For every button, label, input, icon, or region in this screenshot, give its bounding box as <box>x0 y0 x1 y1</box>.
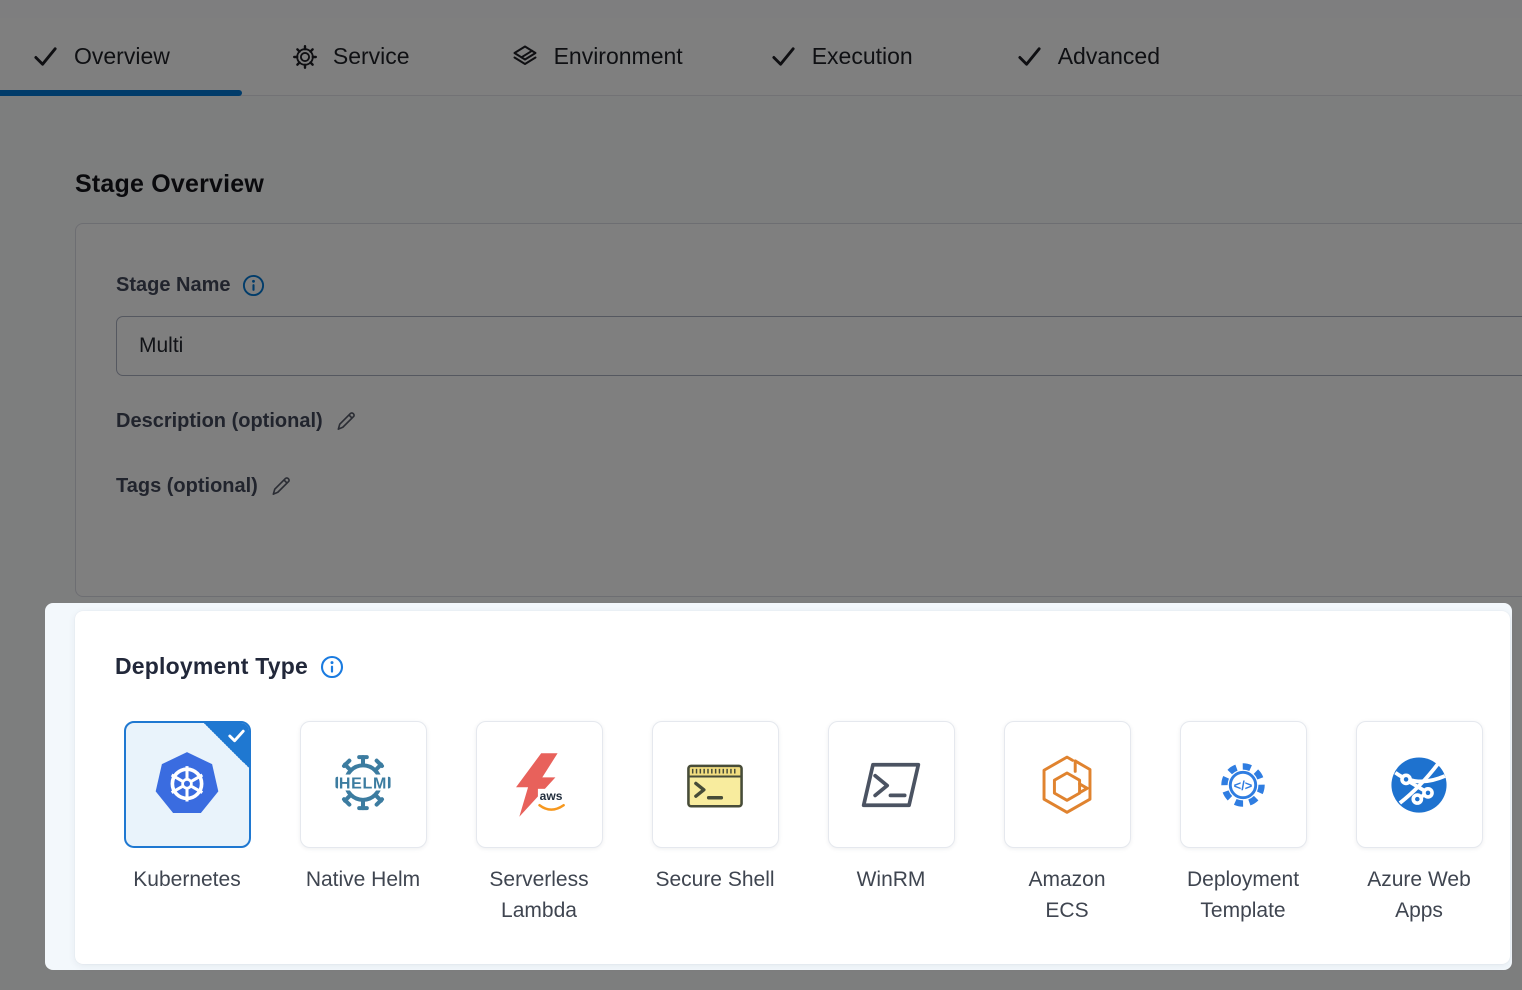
secure-shell-icon <box>681 751 749 819</box>
winrm-icon <box>856 750 926 820</box>
svg-text:</>: </> <box>1234 777 1253 792</box>
page-title: Stage Overview <box>75 170 264 199</box>
gear-icon <box>292 44 318 70</box>
serverless-lambda-card[interactable]: aws <box>476 721 603 848</box>
deployment-type-label: Azure Web Apps <box>1367 864 1471 926</box>
amazon-ecs-card[interactable] <box>1004 721 1131 848</box>
deployment-template-icon: </> <box>1207 749 1279 821</box>
stage-config-screen: Overview Service Environment Execution Advan… <box>0 0 1522 990</box>
deployment-type-kubernetes[interactable]: Kubernetes <box>99 721 275 926</box>
tab-advanced[interactable]: Advanced <box>1016 43 1160 70</box>
stage-name-label: Stage Name <box>116 274 231 297</box>
check-icon <box>1016 43 1043 70</box>
tab-environment[interactable]: Environment <box>511 43 683 71</box>
secure-shell-card[interactable] <box>652 721 779 848</box>
info-icon[interactable] <box>320 655 344 679</box>
stage-content: Stage Overview Stage Name Description (o… <box>0 96 1522 990</box>
selected-check-corner <box>203 722 250 769</box>
deployment-type-winrm[interactable]: WinRM <box>803 721 979 926</box>
helm-icon: HELM <box>325 747 401 823</box>
winrm-card[interactable] <box>828 721 955 848</box>
tags-label: Tags (optional) <box>116 475 258 498</box>
layers-icon <box>511 43 539 71</box>
azure-web-apps-card[interactable] <box>1356 721 1483 848</box>
deployment-type-amazon-ecs[interactable]: Amazon ECS <box>979 721 1155 926</box>
deployment-type-label: Deployment Template <box>1187 864 1299 926</box>
deployment-type-title: Deployment Type <box>115 653 308 680</box>
tab-service[interactable]: Service <box>292 43 410 70</box>
kubernetes-card[interactable] <box>124 721 251 848</box>
stage-tabs: Overview Service Environment Execution Advan… <box>0 18 1522 96</box>
tab-label: Execution <box>812 43 913 70</box>
pipeline-canvas-dots <box>0 0 1522 18</box>
tab-label: Advanced <box>1058 43 1160 70</box>
tab-label: Overview <box>74 43 170 70</box>
serverless-lambda-icon: aws <box>504 750 574 820</box>
deployment-type-label: WinRM <box>857 864 926 895</box>
deployment-type-azure-web-apps[interactable]: Azure Web Apps <box>1331 721 1507 926</box>
deployment-type-deployment-template[interactable]: </> Deployment Template <box>1155 721 1331 926</box>
deployment-type-heading-row: Deployment Type <box>115 653 344 680</box>
edit-pencil-icon[interactable] <box>269 475 292 498</box>
deployment-type-label: Native Helm <box>306 864 420 895</box>
deployment-type-secure-shell[interactable]: Secure Shell <box>627 721 803 926</box>
stage-name-label-row: Stage Name <box>116 274 265 297</box>
stage-overview-card: Stage Name Description (optional) Tags (… <box>75 223 1522 597</box>
info-icon[interactable] <box>242 274 265 297</box>
svg-text:HELM: HELM <box>339 774 387 792</box>
deployment-type-helm[interactable]: HELM Native Helm <box>275 721 451 926</box>
check-icon <box>770 43 797 70</box>
deployment-type-grid: Kubernetes HELM Native Helm aws Serverless L… <box>99 721 1507 926</box>
tab-execution[interactable]: Execution <box>770 43 913 70</box>
deployment-type-section: Deployment Type Kubernetes HELM Native Hel… <box>45 603 1512 970</box>
deployment-type-label: Serverless Lambda <box>489 864 588 926</box>
deployment-type-serverless-lambda[interactable]: aws Serverless Lambda <box>451 721 627 926</box>
azure-web-apps-icon <box>1383 749 1455 821</box>
edit-pencil-icon[interactable] <box>334 410 357 433</box>
deployment-type-panel: Deployment Type Kubernetes HELM Native Hel… <box>75 611 1510 964</box>
check-icon <box>32 43 59 70</box>
tab-label: Service <box>333 43 410 70</box>
amazon-ecs-icon <box>1032 750 1102 820</box>
deployment-type-label: Kubernetes <box>133 864 240 895</box>
tab-label: Environment <box>554 43 683 70</box>
stage-name-input[interactable] <box>116 316 1522 376</box>
svg-text:aws: aws <box>540 788 563 802</box>
description-label: Description (optional) <box>116 410 323 433</box>
deployment-type-label: Amazon ECS <box>1028 864 1105 926</box>
deployment-type-label: Secure Shell <box>655 864 774 895</box>
tags-label-row: Tags (optional) <box>116 475 292 498</box>
description-label-row: Description (optional) <box>116 410 357 433</box>
helm-card[interactable]: HELM <box>300 721 427 848</box>
deployment-template-card[interactable]: </> <box>1180 721 1307 848</box>
tab-overview[interactable]: Overview <box>32 43 170 70</box>
